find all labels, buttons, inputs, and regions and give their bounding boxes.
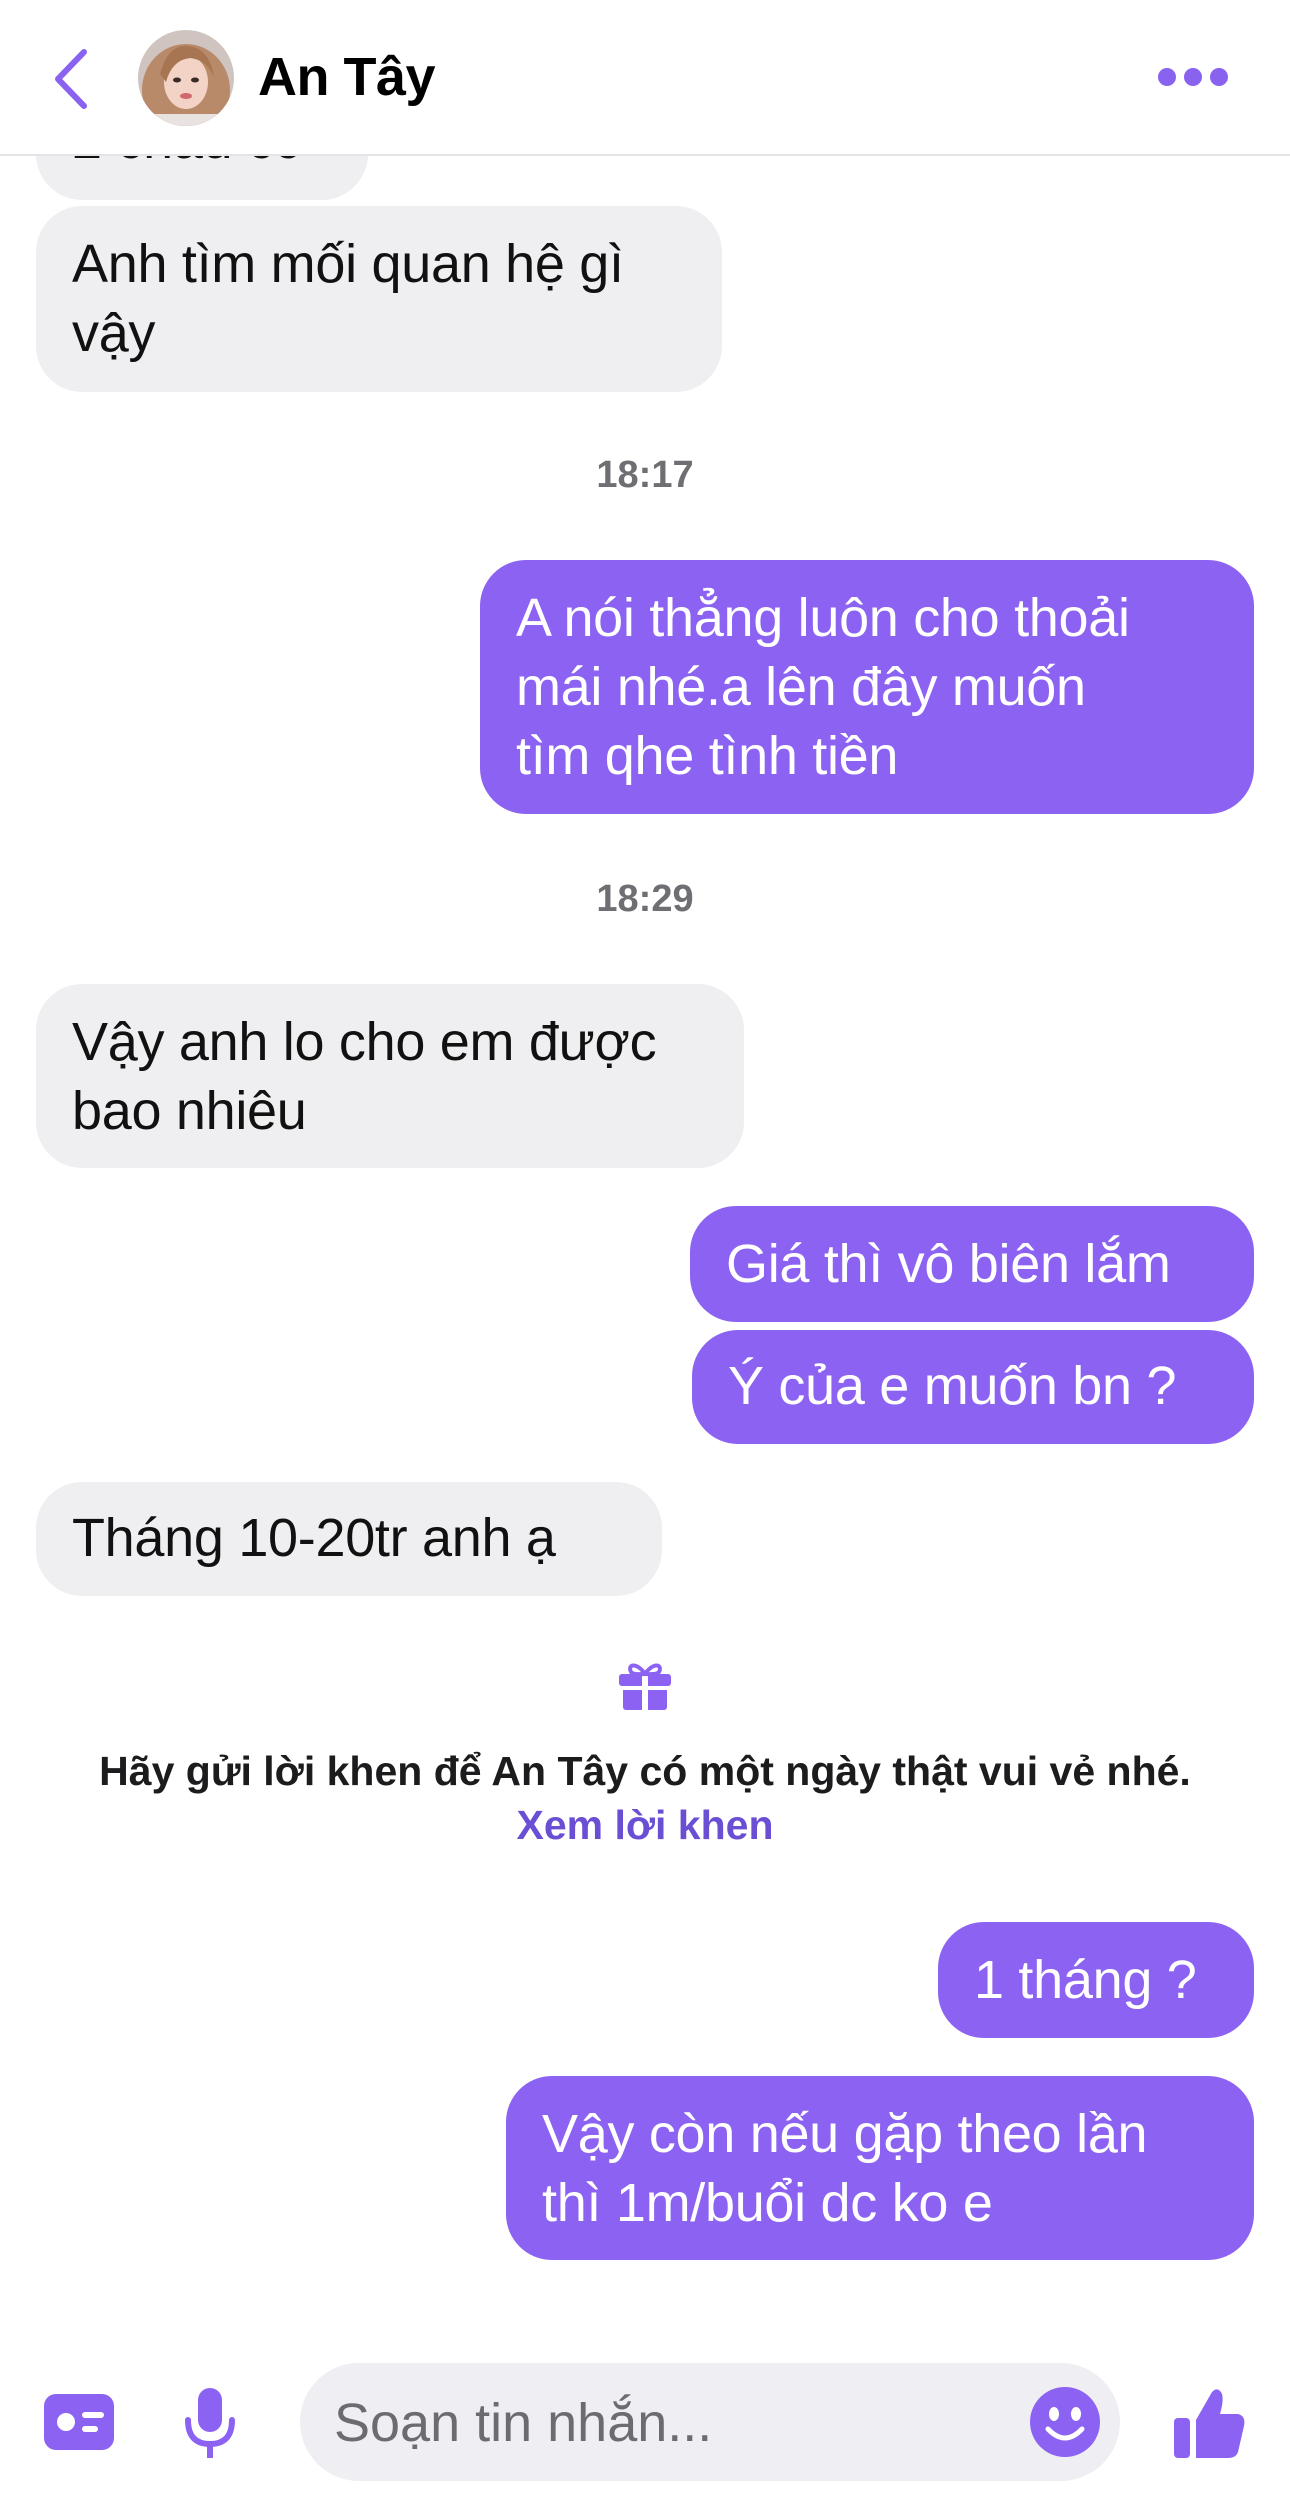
- message-input-placeholder: Soạn tin nhắn...: [334, 2393, 713, 2453]
- thumbs-up-icon: [1174, 2389, 1245, 2458]
- more-dots-icon: [1158, 68, 1176, 86]
- outgoing-message[interactable]: A nói thẳng luôn cho thoải mái nhé.a lên…: [480, 560, 1254, 814]
- outgoing-message[interactable]: 1 tháng ?: [938, 1922, 1254, 2038]
- message-input[interactable]: Soạn tin nhắn...: [300, 2363, 1120, 2481]
- emoji-button[interactable]: [1030, 2387, 1100, 2462]
- message-composer: Soạn tin nhắn...: [0, 2350, 1290, 2498]
- back-button[interactable]: [48, 44, 98, 114]
- contact-card-icon: [44, 2394, 114, 2450]
- smiley-icon: [1030, 2387, 1100, 2457]
- gift-icon: [619, 1660, 671, 1714]
- compliment-text: Hãy gửi lời khen để An Tây có một ngày t…: [99, 1748, 1191, 1794]
- timestamp: 18:29: [596, 878, 694, 920]
- incoming-message[interactable]: Anh tìm mối quan hệ gì vậy: [36, 206, 722, 392]
- chevron-left-icon: [55, 49, 87, 109]
- timestamp: 18:17: [596, 454, 694, 496]
- avatar[interactable]: [138, 30, 234, 126]
- incoming-message[interactable]: Tháng 10-20tr anh ạ: [36, 1482, 662, 1596]
- outgoing-message[interactable]: Ý của e muốn bn ?: [692, 1330, 1254, 1444]
- microphone-icon: [185, 2388, 235, 2458]
- compliment-notice: Hãy gửi lời khen để An Tây có một ngày t…: [70, 1744, 1220, 1852]
- view-compliments-link[interactable]: Xem lời khen: [516, 1802, 773, 1848]
- contact-name[interactable]: An Tây: [258, 44, 436, 110]
- chat-header: An Tây: [0, 0, 1290, 156]
- more-button[interactable]: [1158, 66, 1228, 90]
- like-button[interactable]: [1174, 2386, 1246, 2465]
- incoming-message[interactable]: Vậy anh lo cho em được bao nhiêu: [36, 984, 744, 1168]
- contact-card-button[interactable]: [44, 2394, 114, 2455]
- microphone-button[interactable]: [182, 2386, 238, 2467]
- outgoing-message[interactable]: Giá thì vô biên lắm: [690, 1206, 1254, 1322]
- outgoing-message[interactable]: Vậy còn nếu gặp theo lần thì 1m/buổi dc …: [506, 2076, 1254, 2260]
